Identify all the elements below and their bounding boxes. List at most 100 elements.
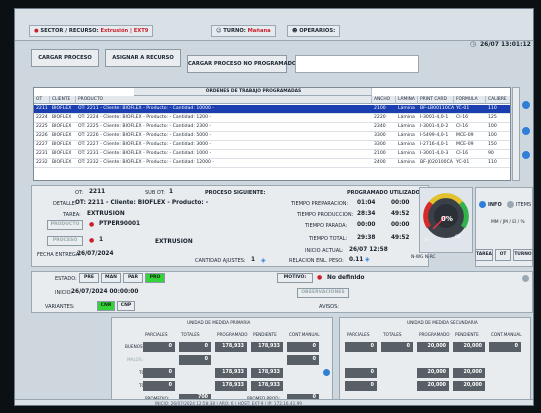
grid-column-header[interactable]: PRINT CARD [418,96,454,104]
grid-cell-lamina: Lámina [398,133,415,138]
unit-value-total_tarea: 0 [345,368,377,378]
unit-value-buenos: 178,933 [215,342,247,352]
ot-label: OT: [75,190,84,196]
grid-cell-ancho: 2100 [374,151,386,156]
relacion-info-icon[interactable]: ◈ [365,256,370,263]
asignar-recurso-button[interactable]: ASIGNAR A RECURSO [105,49,181,67]
grid-cell-calibre: 110 [488,160,497,165]
cargar-no-programado-button[interactable]: CARGAR PROCESO NO PROGRAMADO [187,55,296,73]
grid-cell-lamina: Lámina [398,115,415,120]
info-button[interactable]: INFO [488,202,502,208]
gauge-percent: 0% [441,215,453,223]
table-row[interactable]: 2225 BIOFLEX OT: 2225 - Cliente: BIOFLEX -… [34,123,510,132]
table-row[interactable]: 2211 BIOFLEX OT: 2211 - Cliente: BIOFLEX -… [34,105,510,114]
cargar-proceso-button[interactable]: CARGAR PROCESO [31,49,99,67]
up-arrow-icon[interactable] [522,101,530,109]
grid-column-header[interactable]: PRODUCTO [76,96,372,104]
table-row[interactable]: 2226 BIOFLEX OT: 2226 - Cliente: BIOFLEX -… [34,132,510,141]
total-prog: 29:38 [357,235,376,241]
inicio-actual-value: 26/07 12:58 [349,247,388,253]
info-icon[interactable] [479,201,486,208]
grid-cell-cliente: BIOFLEX [52,142,72,147]
search-field[interactable] [295,55,419,73]
items-button[interactable]: ITEMS [516,202,531,208]
gauge-ok: OK [455,234,461,239]
ot-button[interactable]: OT [495,249,511,261]
clock-icon: ◷ [470,40,477,48]
table-row[interactable]: 2231 BIOFLEX OT: 2231 - Cliente: BIOFLEX -… [34,150,510,159]
grid-cell-print: I-2716-4,0-1 [420,142,449,147]
state-par-button[interactable]: PAR [123,273,143,283]
grid-cell-producto: OT: 2211 - Cliente: BIOFLEX - Producto: … [78,106,215,111]
turno-button[interactable]: TURNO [513,249,533,261]
motivo-alert-icon: ● [317,274,323,281]
grid-cell-ancho: 2340 [374,124,386,129]
sector-value: Extrusión | EXT9 [100,28,149,34]
unit-value-buenos: 0 [179,342,211,352]
grid-cell-formula: CI-16 [456,124,469,129]
table-row[interactable]: 2232 BIOFLEX OT: 2232 - Cliente: BIOFLEX -… [34,159,510,168]
unit-value-total_subot: 0 [143,381,175,391]
unit-value-total_subot: 0 [345,381,377,391]
grid-cell-cliente: BIOFLEX [52,106,72,111]
variant-cnp-button[interactable]: CNP [117,301,135,311]
prod-label: TIEMPO PRODUCCION: [297,212,354,218]
inicio-label: INICIO: [55,290,73,296]
grid-cell-ancho: 2220 [374,115,386,120]
grid-cell-ot: 2224 [36,115,48,120]
grid-cell-ancho: 2400 [374,160,386,165]
header-bar: ● SECTOR / RECURSO: Extrusión | EXT9 ☺ T… [15,9,533,48]
table-row[interactable]: 2224 BIOFLEX OT: 2224 - Cliente: BIOFLEX -… [34,114,510,123]
ot-value: 2211 [89,189,106,195]
grid-cell-ot: 2227 [36,142,48,147]
down-arrow-icon[interactable] [522,127,530,135]
variant-cnr-button[interactable]: CNR [97,301,115,311]
operators-icon: ☻ [292,28,298,34]
unit-column-header: CONT.MANUAL [491,332,522,337]
grid-cell-print: BF-J020100CA [420,160,453,165]
buenos-label: BUENOS: [125,344,145,349]
operarios-chip[interactable]: ☻ OPERARIOS: [287,25,341,37]
refresh-icon[interactable] [522,151,530,159]
grid-scrollbar[interactable] [512,87,520,181]
grid-cell-ot: 2231 [36,151,48,156]
grid-caption: ÓRDENES DE TRABAJO PROGRAMADAS [134,88,372,96]
grid-cell-print: I-3001-4,0-2 [420,124,449,129]
grid-cell-producto: OT: 2232 - Cliente: BIOFLEX - Producto: … [78,160,215,165]
grid-column-header[interactable]: CLIENTE [50,96,76,104]
grid-column-header[interactable]: CALIBRE [486,96,510,104]
estado-label: ESTADO: [55,276,77,282]
grid-column-header[interactable]: LÁMINA [396,96,418,104]
grid-cell-lamina: Lámina [398,160,415,165]
unit-value-buenos: 0 [287,342,319,352]
relacion-label: RELACION ENL. PESO: [289,258,344,264]
unit-value-total_subot: 178,933 [215,381,247,391]
state-pre-button[interactable]: PRE [79,273,99,283]
observaciones-button[interactable]: OBSERVACIONES [297,288,349,298]
unit-value-malos: 0 [179,355,211,365]
times-header: PROGRAMADO UTILIZADO [347,190,420,196]
motivo-button[interactable]: MOTIVO: [277,273,313,283]
grid-column-header[interactable]: OT [34,96,50,104]
state-man-button[interactable]: MAN [101,273,121,283]
grid-column-header[interactable]: FÓRMULA [454,96,486,104]
unit-value-total_subot: 178,933 [251,381,283,391]
grid-column-header[interactable]: ANCHO [372,96,396,104]
tarea-value: EXTRUSION [87,211,125,217]
grid-cell-cliente: BIOFLEX [52,133,72,138]
items-icon[interactable] [507,201,514,208]
unit-primary-info-icon[interactable] [323,369,330,376]
table-row[interactable]: 2227 BIOFLEX OT: 2227 - Cliente: BIOFLEX -… [34,141,510,150]
parada-prog: 00:00 [357,222,376,228]
ajustes-stepper-icon[interactable]: ◈ [261,257,266,264]
proceso-button[interactable]: PROCESO [47,236,83,246]
unit-value-total_tarea: 20,000 [417,368,449,378]
grid-cell-ot: 2225 [36,124,48,129]
unit-column-header: PARCIALES [145,332,168,337]
tarea-button[interactable]: TAREA [475,249,493,261]
producto-button[interactable]: PRODUCTO [47,220,83,230]
status-bar: INICIO: 26/07/2024 12:58:38 | ARQ: 6 | H… [15,399,533,406]
status-text: INICIO: 26/07/2024 12:58:38 | ARQ: 6 | H… [155,401,302,406]
estado-refresh-icon[interactable] [522,275,529,282]
state-pro-button[interactable]: PRO [145,273,165,283]
